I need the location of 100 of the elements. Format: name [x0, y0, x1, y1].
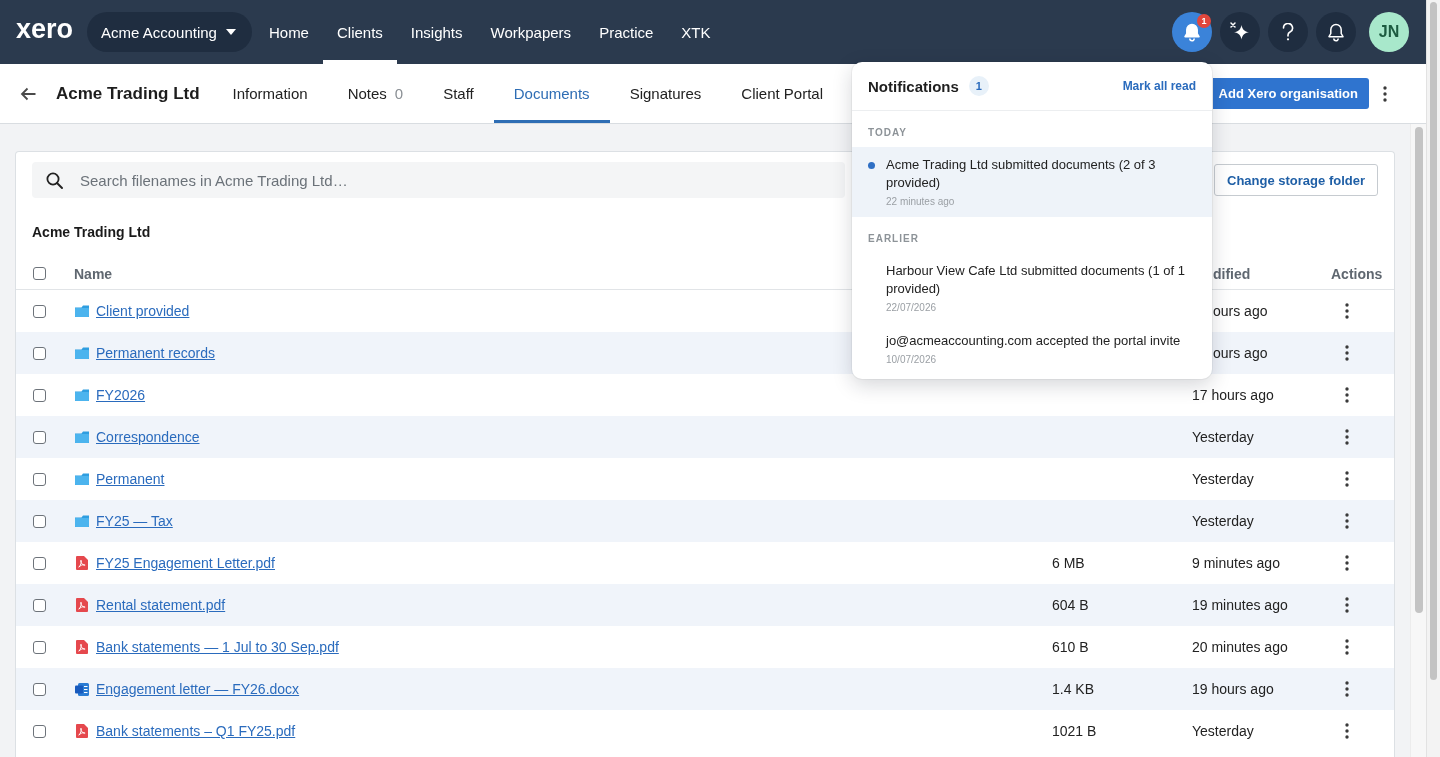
- column-header: dified: [1213, 265, 1251, 282]
- add-organisation-button[interactable]: Add Xero organisation: [1212, 78, 1369, 109]
- row-checkbox[interactable]: [33, 640, 46, 654]
- section-label: EARLIER: [868, 233, 919, 245]
- docx-file-icon: [75, 682, 89, 696]
- row-checkbox[interactable]: [33, 682, 46, 696]
- app-logo[interactable]: xero: [16, 16, 74, 43]
- more-icon[interactable]: [1345, 471, 1349, 487]
- file-link[interactable]: FY25 Engagement Letter.pdf: [96, 555, 275, 571]
- folder-link[interactable]: Permanent: [96, 471, 165, 487]
- sparkle-button[interactable]: [1220, 12, 1260, 52]
- user-avatar[interactable]: JN: [1369, 12, 1409, 52]
- nav-link[interactable]: Home: [254, 0, 323, 64]
- folder-link[interactable]: FY2026: [96, 387, 146, 403]
- help-button[interactable]: [1268, 12, 1308, 52]
- row-checkbox[interactable]: [33, 598, 46, 612]
- more-icon[interactable]: [1345, 597, 1349, 613]
- pdf-file-icon: [76, 556, 88, 570]
- folder-link[interactable]: Permanent records: [96, 345, 216, 361]
- notification-text: Harbour View Cafe Ltd submitted documents (1 of 1 provided): [886, 262, 1186, 298]
- file-link[interactable]: Rental statement.pdf: [96, 597, 226, 613]
- column-header: Actions: [1331, 265, 1383, 282]
- more-icon[interactable]: [1345, 345, 1349, 361]
- modified-time: 20 minutes ago: [1192, 639, 1288, 655]
- row-checkbox[interactable]: [33, 430, 46, 444]
- file-link[interactable]: Engagement letter — FY26.docx: [96, 681, 300, 697]
- pdf-file-icon: [76, 640, 88, 654]
- file-size: 6 MB: [1052, 555, 1085, 571]
- select-all-checkbox[interactable]: [33, 267, 46, 280]
- tab[interactable]: Staff: [423, 64, 494, 123]
- row-checkbox[interactable]: [33, 472, 46, 486]
- notifications-button[interactable]: [1316, 12, 1356, 52]
- file-link[interactable]: Bank statements — 1 Jul to 30 Sep.pdf: [96, 639, 339, 655]
- folder-link[interactable]: FY25 — Tax: [96, 513, 173, 529]
- nav-link[interactable]: Practice: [585, 0, 668, 64]
- row-checkbox[interactable]: [33, 388, 46, 402]
- nav-link[interactable]: Workpapers: [476, 0, 586, 64]
- unread-count: 1: [968, 76, 989, 96]
- modified-time: Yesterday: [1192, 471, 1254, 487]
- tab[interactable]: Notes 0: [327, 64, 424, 123]
- nav-link[interactable]: Insights: [396, 0, 477, 64]
- notification-item[interactable]: Acme Trading Ltd submitted documents (2 of 3 provided) 22 minutes ago: [852, 147, 1212, 217]
- scrollbar-thumb[interactable]: [1415, 127, 1423, 613]
- notification-count: 1: [1197, 14, 1211, 28]
- modified-time: Yesterday: [1192, 723, 1254, 739]
- folder-link[interactable]: Client provided: [96, 303, 190, 319]
- more-icon[interactable]: [1345, 639, 1349, 655]
- more-icon[interactable]: [1345, 681, 1349, 697]
- row-checkbox[interactable]: [33, 556, 46, 570]
- pdf-file-icon: [76, 598, 88, 612]
- notifications-button[interactable]: 1: [1172, 12, 1212, 52]
- file-link[interactable]: Bank statements – Q1 FY25.pdf: [96, 723, 296, 739]
- tab[interactable]: Signatures: [609, 64, 722, 123]
- more-icon[interactable]: [1383, 85, 1387, 102]
- panel-title: Notifications: [868, 77, 959, 95]
- sparkle-icon: [1229, 21, 1251, 43]
- folder-heading: Acme Trading Ltd: [32, 224, 151, 240]
- modified-time: 19 minutes ago: [1192, 597, 1288, 613]
- unread-dot-icon: [868, 162, 875, 169]
- modified-time: Yesterday: [1192, 429, 1254, 445]
- column-header: Name: [74, 265, 113, 282]
- client-name: Acme Trading Ltd: [56, 83, 200, 104]
- modified-time: Yesterday: [1192, 513, 1254, 529]
- row-checkbox[interactable]: [33, 514, 46, 528]
- folder-icon: [75, 431, 89, 443]
- bell-icon: [1327, 22, 1345, 42]
- notification-time: 22 minutes ago: [886, 195, 955, 209]
- notification-item[interactable]: Harbour View Cafe Ltd submitted documents (1 of 1 provided) 22/07/2026: [852, 253, 1212, 323]
- nav-link[interactable]: XTK: [667, 0, 725, 64]
- tab[interactable]: Client Portal: [721, 64, 844, 123]
- folder-icon: [75, 389, 89, 401]
- notification-item[interactable]: jo@acmeaccounting.com accepted the portal invite 10/07/2026: [852, 323, 1212, 375]
- change-folder-button[interactable]: Change storage folder: [1214, 164, 1378, 196]
- folder-icon: [75, 515, 89, 527]
- folder-icon: [75, 473, 89, 485]
- bell-icon: [1183, 22, 1201, 42]
- mark-all-read-link[interactable]: Mark all read: [1122, 79, 1196, 93]
- folder-link[interactable]: Correspondence: [96, 429, 200, 445]
- folder-icon: [75, 305, 89, 317]
- more-icon[interactable]: [1345, 387, 1349, 403]
- row-checkbox[interactable]: [33, 346, 46, 360]
- more-icon[interactable]: [1345, 513, 1349, 529]
- notification-time: 22/07/2026: [886, 301, 937, 315]
- more-icon[interactable]: [1345, 303, 1349, 319]
- tab[interactable]: Information: [212, 64, 328, 123]
- modified-time: 9 minutes ago: [1192, 555, 1280, 571]
- row-checkbox[interactable]: [33, 304, 46, 318]
- search-field[interactable]: Search filenames in Acme Trading Ltd…: [32, 162, 845, 198]
- row-checkbox[interactable]: [33, 724, 46, 738]
- file-size: 604 B: [1052, 597, 1089, 613]
- file-size: 1.4 KB: [1052, 681, 1095, 697]
- more-icon[interactable]: [1345, 555, 1349, 571]
- notification-text: jo@acmeaccounting.com accepted the portal invite: [886, 332, 1181, 350]
- more-icon[interactable]: [1345, 723, 1349, 739]
- caret-icon: [225, 29, 236, 35]
- back-arrow-icon[interactable]: [20, 86, 36, 101]
- notification-text: Acme Trading Ltd submitted documents (2 of 3 provided): [886, 156, 1157, 192]
- more-icon[interactable]: [1345, 429, 1349, 445]
- organisation-switcher[interactable]: Acme Accounting: [87, 12, 252, 52]
- scrollbar-thumb[interactable]: [1430, 2, 1437, 680]
